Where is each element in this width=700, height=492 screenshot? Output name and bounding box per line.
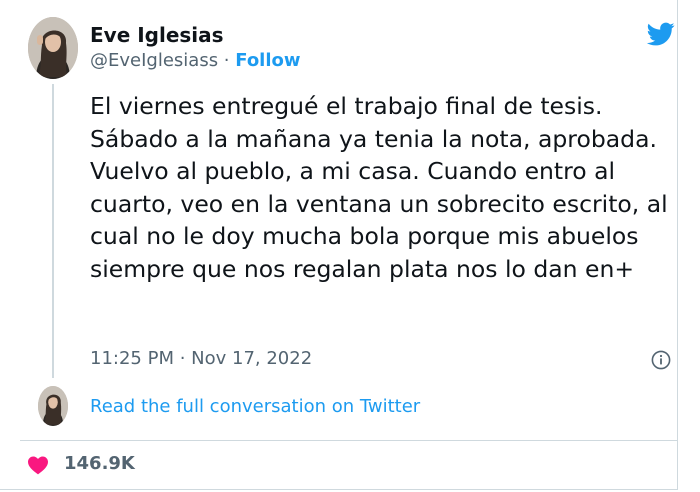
read-conversation-link[interactable]: Read the full conversation on Twitter bbox=[90, 394, 420, 420]
info-icon[interactable] bbox=[651, 350, 671, 370]
handle-separator: · bbox=[218, 50, 236, 71]
author-avatar[interactable] bbox=[28, 17, 78, 79]
author-handle-row: @EveIglesiass · Follow bbox=[90, 49, 301, 73]
thread-line bbox=[52, 84, 54, 378]
like-count: 146.9K bbox=[64, 453, 135, 474]
tweet-timestamp[interactable]: 11:25 PM · Nov 17, 2022 bbox=[90, 346, 312, 372]
conversation-avatar[interactable] bbox=[38, 386, 68, 426]
twitter-bird-icon[interactable] bbox=[645, 20, 677, 48]
author-handle[interactable]: @EveIglesiass bbox=[90, 50, 218, 71]
divider bbox=[20, 440, 678, 441]
author-display-name[interactable]: Eve Iglesias bbox=[90, 22, 224, 48]
follow-button[interactable]: Follow bbox=[235, 50, 300, 71]
heart-icon[interactable] bbox=[27, 455, 49, 475]
tweet-text: El viernes entregué el trabajo final de … bbox=[90, 92, 668, 283]
